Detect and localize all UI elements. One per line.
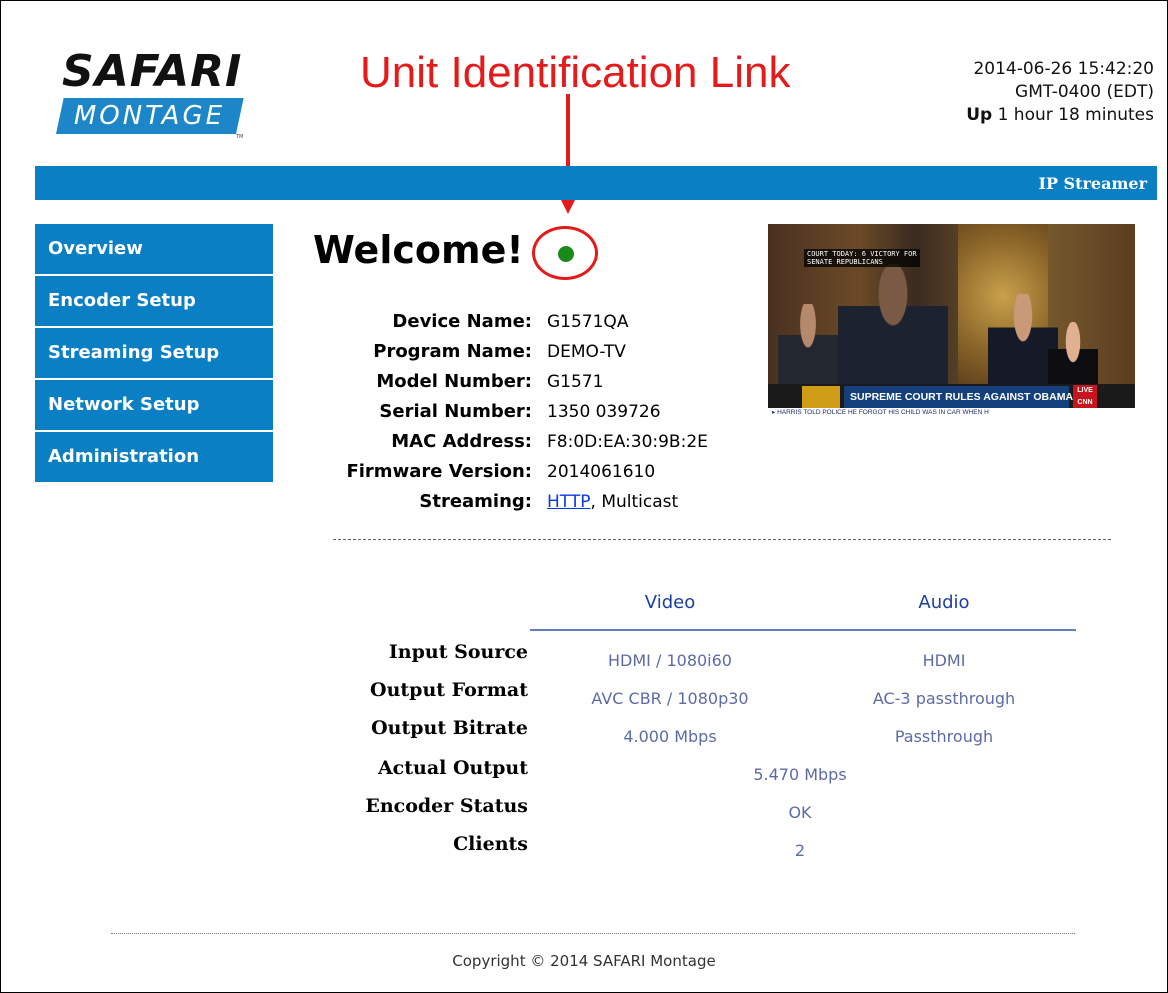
cell-output-bitrate-video: 4.000 Mbps xyxy=(623,727,717,746)
cell-encoder-status: OK xyxy=(788,803,812,822)
info-label: Device Name: xyxy=(392,311,532,332)
logo-montage-text: MONTAGE xyxy=(73,101,226,131)
info-value: F8:0D:EA:30:9B:2E xyxy=(547,432,708,452)
annotation-arrow-icon xyxy=(554,94,582,214)
cell-input-source-video: HDMI / 1080i60 xyxy=(608,651,732,670)
device-info: Device Name: G1571QA Program Name: DEMO-TV… xyxy=(313,307,708,517)
safari-montage-logo: SAFARI MONTAGE TM xyxy=(56,46,246,140)
preview-caption-line: SENATE REPUBLICANS xyxy=(807,258,883,266)
footer-divider xyxy=(111,933,1075,934)
logo-trademark: TM xyxy=(236,134,244,140)
cell-output-bitrate-audio: Passthrough xyxy=(894,727,994,746)
info-value: HTTP, Multicast xyxy=(532,487,678,517)
row-label-input-source: Input Source xyxy=(388,641,528,663)
section-divider xyxy=(333,539,1111,540)
header-timezone: GMT-0400 (EDT) xyxy=(1015,82,1154,102)
cell-actual-output: 5.470 Mbps xyxy=(753,765,847,784)
uptime-label: Up xyxy=(966,105,993,125)
info-value: DEMO-TV xyxy=(547,342,626,362)
logo-montage-block: MONTAGE xyxy=(56,98,244,134)
sidebar-item-overview[interactable]: Overview xyxy=(35,224,273,274)
sidebar-item-encoder-setup[interactable]: Encoder Setup xyxy=(35,276,273,326)
info-label: Streaming: xyxy=(419,491,532,512)
sidebar-nav: Overview Encoder Setup Streaming Setup N… xyxy=(35,224,273,484)
info-row-serial-number: Serial Number: 1350 039726 xyxy=(313,397,708,427)
preview-caption-line: COURT TODAY: 6 VICTORY FOR xyxy=(807,250,917,258)
column-header-video: Video xyxy=(644,592,696,613)
info-row-streaming: Streaming: HTTP, Multicast xyxy=(313,487,708,517)
video-preview-thumbnail: COURT TODAY: 6 VICTORY FOR SENATE REPUBL… xyxy=(768,224,1135,430)
column-header-audio: Audio xyxy=(918,592,970,613)
info-label: Serial Number: xyxy=(379,401,532,422)
top-bar: IP Streamer xyxy=(35,166,1157,200)
info-row-model-number: Model Number: G1571 xyxy=(313,367,708,397)
info-label: MAC Address: xyxy=(391,431,532,452)
info-row-firmware-version: Firmware Version: 2014061610 xyxy=(313,457,708,487)
info-row-program-name: Program Name: DEMO-TV xyxy=(313,337,708,367)
info-row-device-name: Device Name: G1571QA xyxy=(313,307,708,337)
uptime-value: 1 hour 18 minutes xyxy=(997,105,1154,125)
info-value: 2014061610 xyxy=(547,462,656,482)
info-label: Program Name: xyxy=(373,341,532,362)
preview-ticker: ▸ HARRIS TOLD POLICE HE FORGOT HIS CHILD… xyxy=(768,408,1135,418)
column-header-underline xyxy=(530,629,1076,631)
footer-copyright: Copyright © 2014 SAFARI Montage xyxy=(452,952,716,970)
row-label-clients: Clients xyxy=(453,833,528,855)
sidebar-item-network-setup[interactable]: Network Setup xyxy=(35,380,273,430)
preview-banner-logo xyxy=(802,386,840,408)
preview-headline: SUPREME COURT RULES AGAINST OBAMA xyxy=(844,386,1073,408)
info-row-mac-address: MAC Address: F8:0D:EA:30:9B:2E xyxy=(313,427,708,457)
info-value: 1350 039726 xyxy=(547,402,661,422)
cell-input-source-audio: HDMI xyxy=(922,651,966,670)
info-value: G1571 xyxy=(547,372,604,392)
page-title: Welcome! xyxy=(313,228,524,272)
row-label-encoder-status: Encoder Status xyxy=(365,795,528,817)
sidebar-item-streaming-setup[interactable]: Streaming Setup xyxy=(35,328,273,378)
unit-identification-link[interactable] xyxy=(532,226,598,280)
cell-output-format-audio: AC-3 passthrough xyxy=(872,689,1016,708)
header-info: 2014-06-26 15:42:20 GMT-0400 (EDT) Up 1 … xyxy=(966,58,1154,127)
cell-output-format-video: AVC CBR / 1080p30 xyxy=(591,689,749,708)
row-label-actual-output: Actual Output xyxy=(377,757,528,779)
row-label-output-format: Output Format xyxy=(370,679,528,701)
preview-bottom-strip xyxy=(768,418,1135,430)
info-label: Model Number: xyxy=(376,371,532,392)
preview-live-badge: LIVE CNN xyxy=(1073,385,1097,409)
sidebar-item-administration[interactable]: Administration xyxy=(35,432,273,482)
logo-safari-text: SAFARI xyxy=(62,46,243,97)
status-indicator-icon[interactable] xyxy=(558,246,574,262)
cell-clients: 2 xyxy=(794,841,806,860)
http-stream-link[interactable]: HTTP xyxy=(547,492,591,512)
product-title: IP Streamer xyxy=(1038,174,1147,193)
streaming-rest: , Multicast xyxy=(590,492,679,512)
header-uptime: Up 1 hour 18 minutes xyxy=(966,104,1154,127)
annotation-label: Unit Identification Link xyxy=(360,48,791,97)
preview-top-caption: COURT TODAY: 6 VICTORY FOR SENATE REPUBL… xyxy=(804,249,920,267)
header-datetime: 2014-06-26 15:42:20 xyxy=(973,59,1154,79)
info-label: Firmware Version: xyxy=(346,461,532,482)
info-value: G1571QA xyxy=(547,312,629,332)
row-label-output-bitrate: Output Bitrate xyxy=(371,717,528,739)
preview-live-text: LIVE xyxy=(1077,387,1093,394)
